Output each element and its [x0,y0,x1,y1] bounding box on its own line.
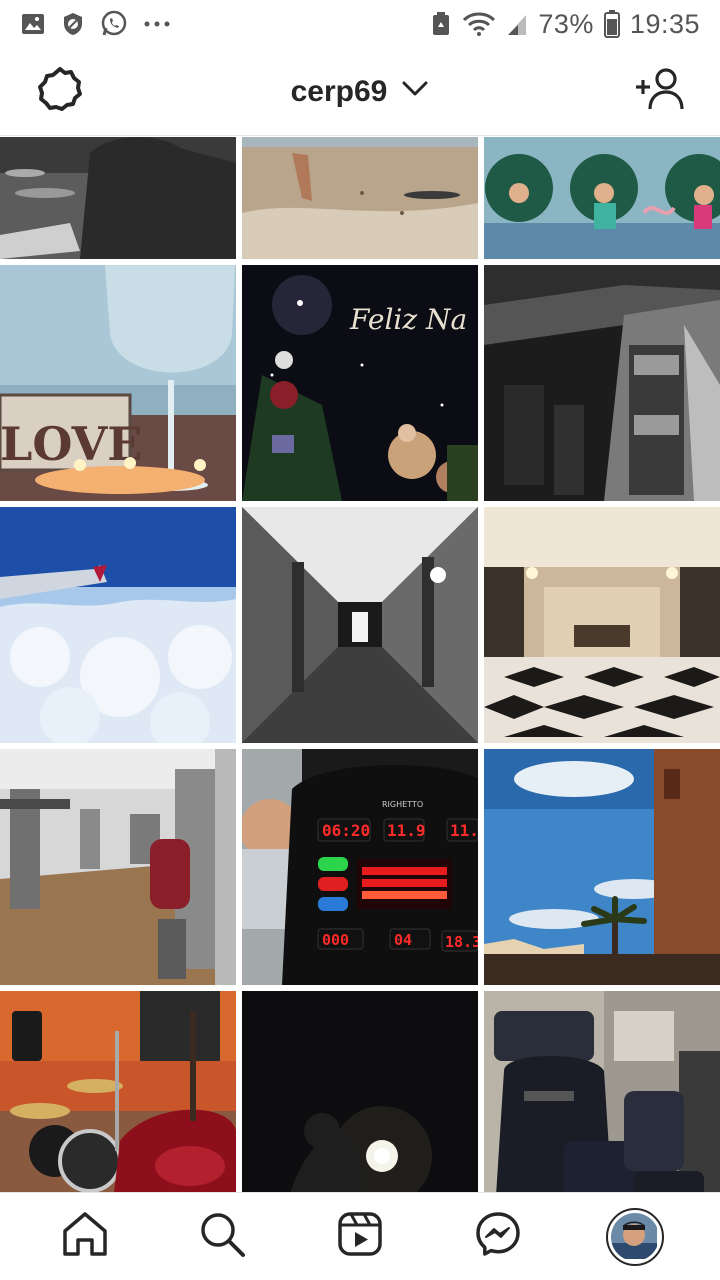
account-switcher[interactable]: cerp69 [291,75,430,109]
post-drummer-laptop[interactable] [0,137,236,259]
treadmill-speed: 11.9 [387,821,426,840]
post-gym-machines[interactable] [0,749,236,985]
post-dark-room-lamp[interactable] [242,991,478,1192]
treadmill-distance: 11.9 [450,821,478,840]
nav-messenger[interactable] [462,1201,534,1273]
post-treadmill-display[interactable]: RIGHETTO 06:20 11.9 11.9 000 04 18.3 [242,749,478,985]
svg-text:LOVE: LOVE [0,417,142,471]
settings-icon [37,66,83,117]
battery-percent: 73% [538,8,594,39]
post-mural-portholes[interactable] [484,137,720,259]
reels-icon [337,1211,383,1262]
clock: 19:35 [629,8,700,39]
post-luggage-room[interactable] [484,991,720,1192]
wifi-icon [462,11,496,37]
battery-icon [603,10,620,38]
profile-avatar-image [611,1212,659,1261]
post-airplane-wing-clouds[interactable] [0,507,236,743]
home-icon [61,1211,109,1262]
messenger-icon [474,1210,522,1263]
signal-icon [506,11,528,37]
settings-button[interactable] [32,64,88,120]
christmas-greeting-text: Feliz Na [349,303,467,336]
nav-home[interactable] [49,1201,121,1273]
profile-avatar [606,1207,665,1266]
bottom-navigation [0,1192,720,1280]
add-user-button[interactable] [632,64,688,120]
chevron-down-icon [401,80,429,103]
recycle-icon [430,11,452,37]
post-train-station[interactable] [484,265,720,501]
treadmill-brand: RIGHETTO [382,800,423,809]
status-bar: 73% 19:35 [0,0,720,48]
treadmill-calories: 18.3 [445,933,478,951]
treadmill-pulse: 000 [322,931,349,949]
post-sky-palm-tree[interactable] [484,749,720,985]
post-drum-kit-motorcycle[interactable] [0,991,236,1192]
nav-reels[interactable] [324,1201,396,1273]
whatsapp-icon [100,10,128,38]
nav-search[interactable] [186,1201,258,1273]
post-christmas-nativity[interactable]: Feliz Na [242,265,478,501]
nav-profile[interactable] [599,1201,671,1273]
status-left [20,10,172,38]
more-dots-icon [142,19,172,29]
post-beach-footprints[interactable] [242,137,478,259]
add-user-icon [634,67,686,116]
post-marble-lobby[interactable] [484,507,720,743]
treadmill-level: 04 [394,931,412,949]
shield-icon [60,11,86,37]
status-right: 73% 19:35 [430,9,700,40]
post-grid: LOVE Feliz Na RIGHETTO 06:20 11.9 11. 00… [0,137,720,1192]
post-wine-glass-love[interactable]: LOVE [0,265,236,501]
image-icon [20,11,46,37]
profile-header: cerp69 [0,48,720,136]
treadmill-time: 06:20 [322,821,370,840]
username-title: cerp69 [290,74,388,108]
search-icon [198,1210,246,1263]
post-hotel-corridor[interactable] [242,507,478,743]
